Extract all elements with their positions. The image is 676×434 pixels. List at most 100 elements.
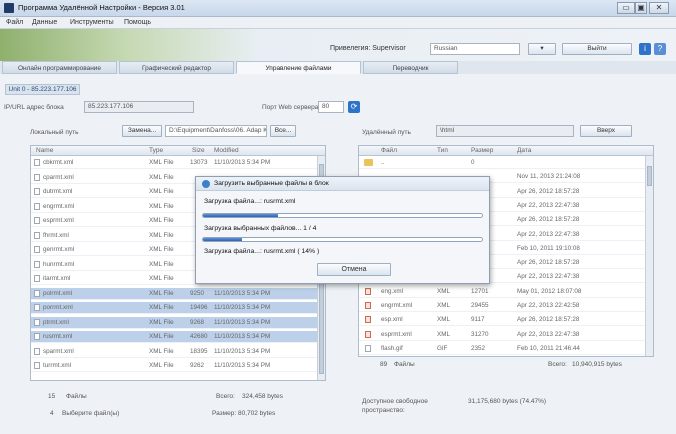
remote-file-row[interactable]: engrmt.xml XML 29455 Apr 22, 2013 22:42:58 bbox=[359, 300, 653, 312]
file-icon bbox=[34, 275, 40, 282]
remote-file-row[interactable]: .. 0 bbox=[359, 157, 653, 169]
local-path-field[interactable]: D:\Equipment\Danfoss\06. Adap Kool\35 bbox=[165, 125, 267, 137]
remote-file-size: 0 bbox=[471, 159, 475, 166]
remote-file-size: 12701 bbox=[471, 287, 489, 295]
file-type: XML File bbox=[149, 362, 174, 369]
logout-button[interactable]: Выйти bbox=[562, 43, 632, 55]
local-browse-button[interactable]: Все... bbox=[270, 125, 296, 137]
file-type: XML File bbox=[149, 231, 174, 239]
remote-file-date: Apr 26, 2012 18:57:28 bbox=[517, 316, 580, 324]
file-type: XML File bbox=[149, 260, 174, 268]
menu-tools[interactable]: Инструменты bbox=[70, 19, 114, 26]
ip-label: IP/URL адрес блока bbox=[4, 104, 64, 111]
file-icon bbox=[34, 173, 40, 181]
remote-file-date: Apr 22, 2013 22:47:38 bbox=[517, 273, 580, 281]
tab-file-management[interactable]: Управление файлами bbox=[236, 61, 361, 74]
col-type-remote[interactable]: Тип bbox=[437, 147, 448, 154]
file-icon bbox=[34, 202, 40, 210]
file-name: sparmt.xml bbox=[43, 347, 74, 355]
file-icon bbox=[34, 188, 40, 195]
col-file[interactable]: Файл bbox=[381, 147, 397, 154]
xml-file-icon bbox=[365, 287, 371, 295]
tab-online-programming[interactable]: Онлайн программирование bbox=[2, 61, 117, 74]
upload-icon bbox=[202, 180, 210, 188]
col-type[interactable]: Type bbox=[149, 147, 163, 154]
info-icon[interactable]: i bbox=[639, 43, 651, 55]
file-icon bbox=[34, 217, 40, 224]
change-path-button[interactable]: Замена... bbox=[122, 125, 162, 137]
col-size-remote[interactable]: Размер bbox=[471, 147, 493, 154]
file-icon bbox=[34, 318, 40, 326]
local-file-row[interactable]: porrmt.xml XML File 19496 11/10/2013 5:34 P… bbox=[31, 302, 325, 314]
file-icon bbox=[34, 362, 40, 369]
col-date[interactable]: Дата bbox=[517, 147, 531, 154]
remote-file-type: XML bbox=[437, 287, 450, 295]
local-path-label: Локальный путь bbox=[30, 129, 79, 136]
tab-graphic-editor[interactable]: Графический редактор bbox=[119, 61, 234, 74]
local-file-row[interactable]: ptrmt.xml XML File 9268 11/10/2013 5:34 PM bbox=[31, 316, 325, 329]
file-modified: 11/10/2013 5:34 PM bbox=[214, 304, 271, 311]
file-name: dutrmt.xml bbox=[43, 188, 73, 195]
cancel-button[interactable]: Отмена bbox=[317, 263, 391, 276]
dialog-batch-line: Загрузка выбранных файлов... 1 / 4 bbox=[204, 225, 317, 232]
remote-file-name: .. bbox=[381, 159, 385, 166]
col-modified[interactable]: Modified bbox=[214, 147, 239, 154]
col-size[interactable]: Size bbox=[192, 147, 205, 154]
remote-file-row[interactable]: esprmt.xml XML 31270 Apr 22, 2013 22:47:38 bbox=[359, 329, 653, 341]
file-name: hunrmt.xml bbox=[43, 260, 75, 268]
file-size: 9250 bbox=[190, 289, 205, 297]
local-selected-count: 4 bbox=[50, 410, 54, 417]
dialog-file-line: Загрузка файла...: rusrmt.xml bbox=[204, 198, 296, 205]
port-field[interactable]: 80 bbox=[318, 101, 344, 113]
local-total-label: Всего: bbox=[216, 393, 235, 400]
remote-up-button[interactable]: Вверх bbox=[580, 125, 632, 137]
menu-help[interactable]: Помощь bbox=[124, 19, 151, 26]
file-name: esprmt.xml bbox=[43, 217, 74, 224]
restore-button[interactable]: ▣ bbox=[635, 2, 647, 14]
help-icon[interactable]: ? bbox=[654, 43, 666, 55]
remote-scroll-thumb[interactable] bbox=[647, 166, 652, 186]
minimize-button[interactable]: ▭ bbox=[617, 2, 635, 14]
file-modified: 11/10/2013 5:34 PM bbox=[214, 333, 271, 340]
file-type: XML File bbox=[149, 246, 174, 253]
connect-icon[interactable]: ⟳ bbox=[348, 101, 360, 113]
unit-tab[interactable]: Unit 0 - 85.223.177.106 bbox=[5, 84, 80, 95]
file-size: 42680 bbox=[190, 333, 208, 340]
col-name[interactable]: Name bbox=[36, 147, 53, 154]
file-modified: 11/10/2013 5:34 PM bbox=[214, 362, 271, 369]
file-icon bbox=[34, 289, 40, 297]
dialog-title: Загрузить выбранные файлы в блок bbox=[214, 180, 329, 187]
file-size: 13073 bbox=[190, 159, 208, 166]
remote-file-date: Apr 26, 2012 18:57:28 bbox=[517, 259, 580, 267]
tab-translator[interactable]: Переводчик bbox=[363, 61, 458, 74]
ip-field[interactable]: 85.223.177.106 bbox=[84, 101, 194, 113]
remote-file-row[interactable]: eng.xml XML 12701 May 01, 2012 18:07:08 bbox=[359, 286, 653, 298]
remote-files-count: 89 bbox=[380, 361, 388, 368]
remote-scrollbar[interactable] bbox=[645, 156, 653, 356]
free-space-label: Доступное свободное пространство: bbox=[362, 398, 428, 414]
menu-data[interactable]: Данные bbox=[32, 19, 57, 26]
language-dropdown-button[interactable]: ▾ bbox=[528, 43, 556, 55]
language-select[interactable]: Russian bbox=[430, 43, 520, 55]
remote-path-field[interactable]: \html bbox=[436, 125, 574, 137]
file-type: XML File bbox=[149, 173, 174, 181]
menu-file[interactable]: Файл bbox=[6, 19, 23, 26]
local-file-row[interactable]: turrmt.xml XML File 9262 11/10/2013 5:34 PM bbox=[31, 360, 325, 372]
remote-file-date: Apr 22, 2013 22:47:38 bbox=[517, 330, 580, 338]
app-icon bbox=[4, 3, 14, 13]
file-icon bbox=[34, 347, 40, 355]
remote-file-date: Apr 26, 2012 18:57:28 bbox=[517, 187, 580, 195]
close-button[interactable]: ✕ bbox=[649, 2, 669, 14]
remote-file-name: engrmt.xml bbox=[381, 302, 413, 309]
remote-file-row[interactable]: flash.gif GIF 2352 Feb 10, 2011 21:46:44 bbox=[359, 343, 653, 355]
local-file-row[interactable]: rusrmt.xml XML File 42680 11/10/2013 5:34 P… bbox=[31, 331, 325, 343]
remote-file-size: 29455 bbox=[471, 302, 489, 309]
file-icon bbox=[34, 231, 40, 239]
batch-progress-fill bbox=[203, 238, 243, 241]
remote-file-row[interactable]: esp.xml XML 9117 Apr 26, 2012 18:57:28 bbox=[359, 314, 653, 327]
user-privilege-label: Привелегия: Supervisor bbox=[330, 45, 406, 52]
local-file-row[interactable]: polrmt.xml XML File 9250 11/10/2013 5:34 PM bbox=[31, 287, 325, 300]
local-file-row[interactable]: sparmt.xml XML File 18395 11/10/2013 5:34 P… bbox=[31, 346, 325, 358]
local-file-row[interactable]: cbkrmt.xml XML File 13073 11/10/2013 5:34 P… bbox=[31, 157, 325, 169]
xml-file-icon bbox=[365, 316, 371, 324]
